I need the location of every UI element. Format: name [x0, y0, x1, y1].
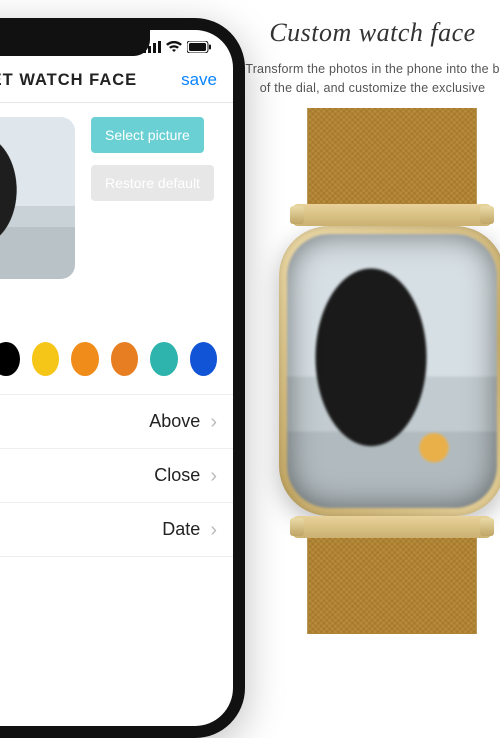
status-right: [143, 40, 211, 56]
row-position[interactable]: Position Above ›: [0, 395, 233, 449]
marketing-sub-line2: of the dial, and customize the exclusive: [260, 81, 485, 95]
chevron-right-icon: ›: [210, 520, 217, 540]
phone-notch: [0, 30, 150, 56]
watch-case: [279, 226, 500, 516]
phone-screen: 17 cel SET WATCH FACE save Select pic: [0, 30, 233, 726]
page-title: SET WATCH FACE: [0, 71, 137, 90]
row-value-text: Date: [162, 519, 200, 540]
color-swatch-teal[interactable]: [150, 342, 178, 376]
row-value-text: Close: [154, 465, 200, 486]
marketing-subtitle: Transform the photos in the phone into t…: [245, 60, 500, 99]
row-time-top[interactable]: e Time Close ›: [0, 449, 233, 503]
marketing-sub-line1: Transform the photos in the phone into t…: [245, 62, 499, 76]
watch-strap-bottom: [307, 538, 477, 634]
smartwatch: [272, 108, 500, 634]
face-buttons: Select picture Restore default: [91, 117, 217, 279]
color-section-label: Color: [0, 297, 233, 338]
nav-bar: cel SET WATCH FACE save: [0, 60, 233, 103]
color-swatch-yellow[interactable]: [32, 342, 60, 376]
watch-lug-bottom: [292, 516, 492, 538]
color-swatch-black-2[interactable]: [0, 342, 20, 376]
watch-strap-top: [307, 108, 477, 204]
settings-rows: Position Above › e Time Close › w Time D…: [0, 394, 233, 557]
color-swatch-blue[interactable]: [190, 342, 218, 376]
row-time-below[interactable]: w Time Date ›: [0, 503, 233, 557]
color-swatch-orange-2[interactable]: [111, 342, 139, 376]
row-value: Date ›: [162, 519, 217, 540]
battery-icon: [187, 40, 211, 56]
watch-lug-top: [292, 204, 492, 226]
marketing-title: Custom watch face: [245, 18, 500, 48]
watchface-preview[interactable]: [0, 117, 75, 279]
color-swatches: [0, 338, 233, 394]
watch-screen: [287, 234, 497, 508]
chevron-right-icon: ›: [210, 412, 217, 432]
row-value: Close ›: [154, 465, 217, 486]
select-picture-button[interactable]: Select picture: [91, 117, 204, 153]
row-value: Above ›: [149, 411, 217, 432]
row-value-text: Above: [149, 411, 200, 432]
phone-frame: 17 cel SET WATCH FACE save Select pic: [0, 18, 245, 738]
chevron-right-icon: ›: [210, 466, 217, 486]
face-area: Select picture Restore default: [0, 103, 233, 297]
wifi-icon: [166, 40, 182, 56]
save-button[interactable]: save: [181, 70, 217, 90]
restore-default-button[interactable]: Restore default: [91, 165, 214, 201]
color-swatch-orange-1[interactable]: [71, 342, 99, 376]
